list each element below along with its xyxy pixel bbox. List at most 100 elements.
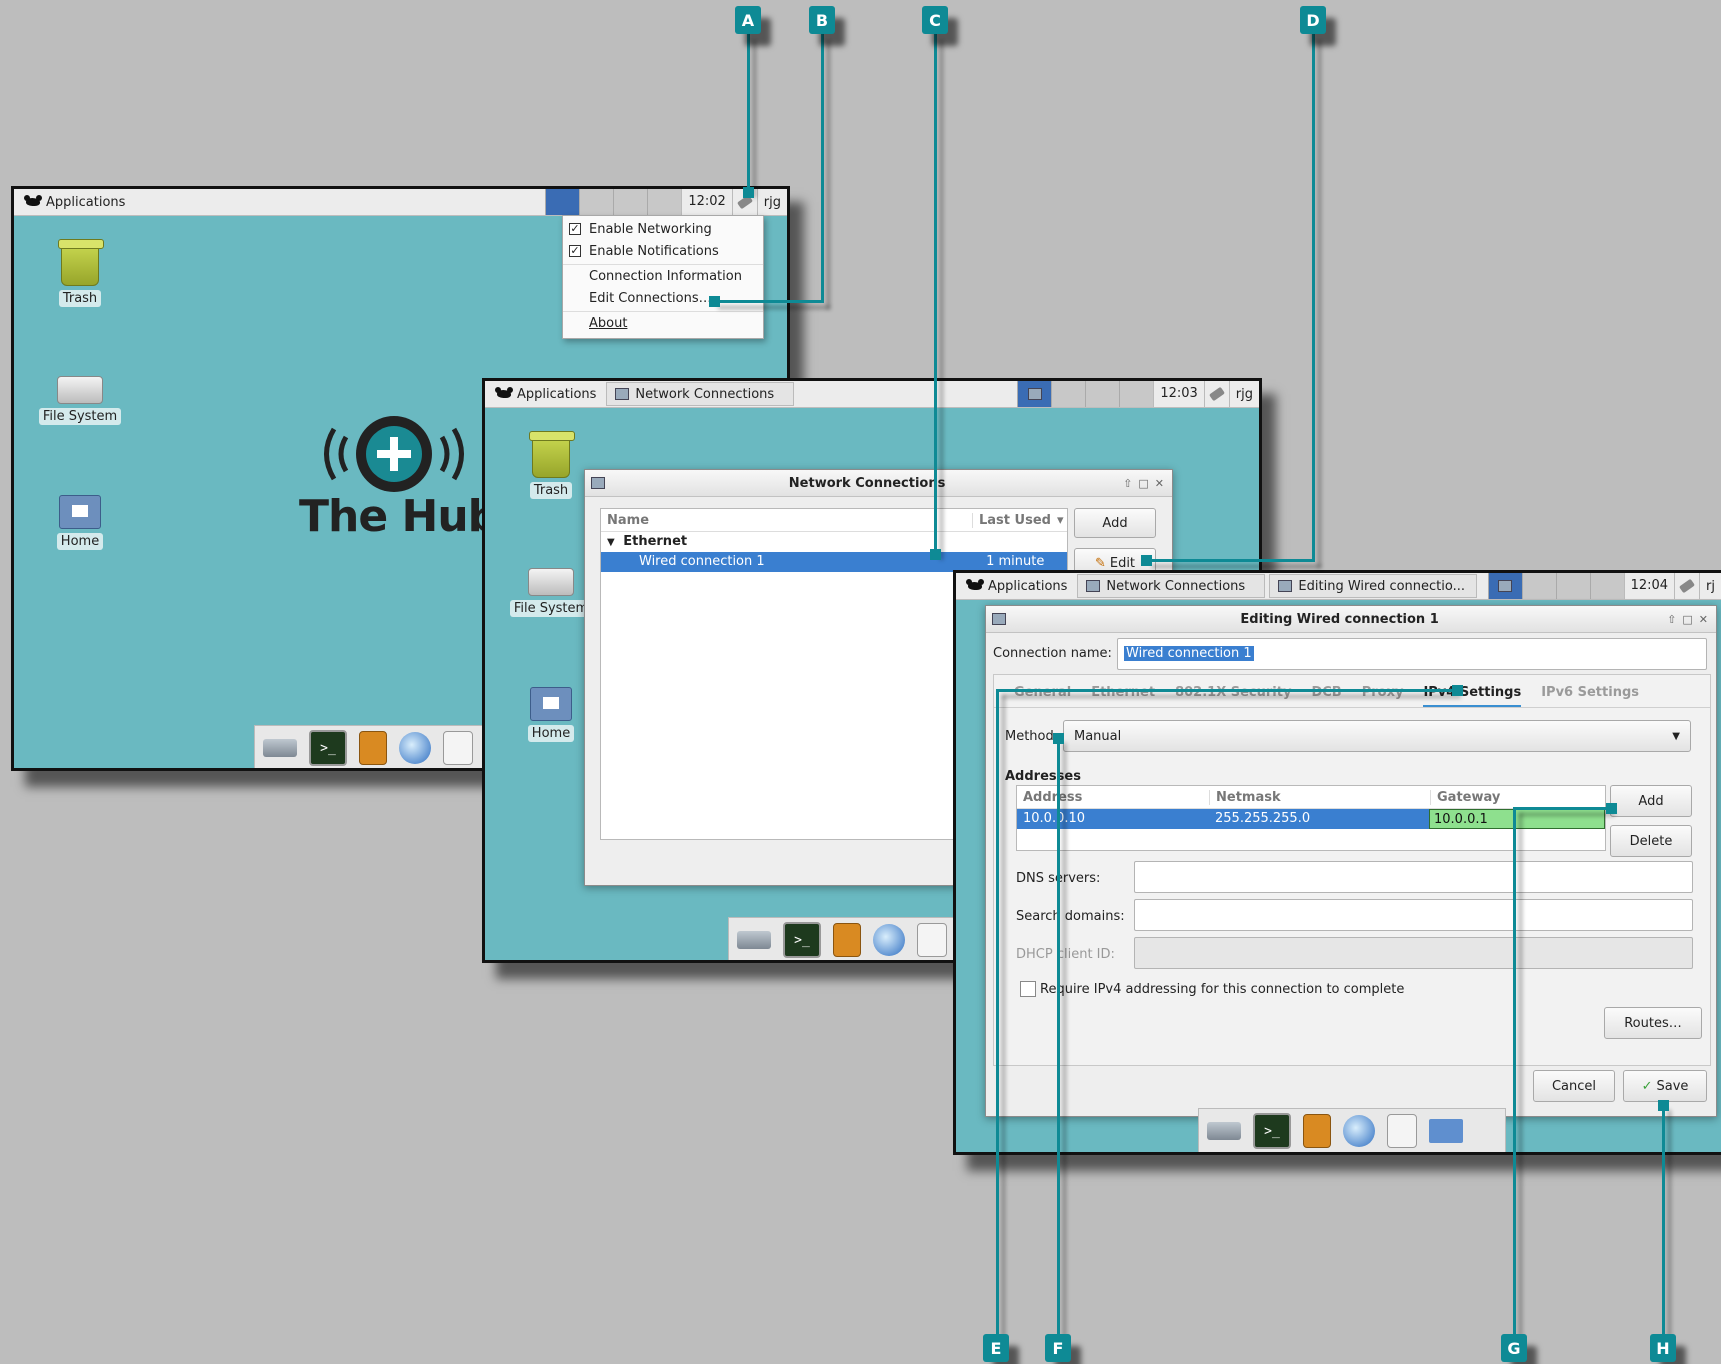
edit-pencil-icon: ✎	[1094, 555, 1106, 571]
workspace-2[interactable]	[1051, 381, 1086, 407]
task-network-connections[interactable]: Network Connections	[1077, 574, 1266, 598]
method-dropdown[interactable]: Manual ▼	[1063, 720, 1691, 752]
dock-search-icon[interactable]	[917, 923, 947, 957]
tab-ethernet[interactable]: Ethernet	[1091, 685, 1155, 700]
workspace-3[interactable]	[1085, 381, 1120, 407]
workspace-3[interactable]	[613, 189, 648, 215]
maximize-icon[interactable]: □	[1138, 477, 1148, 490]
dns-servers-field[interactable]	[1134, 861, 1693, 893]
applications-menu[interactable]: Applications	[956, 573, 1073, 599]
applications-label: Applications	[988, 578, 1068, 594]
drive-icon	[57, 376, 103, 404]
workspace-1[interactable]	[1487, 573, 1522, 599]
callout-line	[1513, 807, 1609, 810]
column-last-used[interactable]: Last Used	[972, 512, 1051, 528]
applications-menu[interactable]: Applications	[14, 189, 131, 215]
desktop-icon-file-system[interactable]: File System	[506, 556, 596, 617]
desktop-icon-home[interactable]: Home	[506, 681, 596, 742]
callout-line	[1312, 34, 1315, 562]
dock-terminal-icon[interactable]: >_	[309, 730, 347, 766]
column-netmask[interactable]: Netmask	[1209, 789, 1430, 805]
column-name[interactable]: Name	[601, 513, 972, 528]
workspace-4[interactable]	[647, 189, 682, 215]
workspace-1[interactable]	[1017, 381, 1052, 407]
dock-search-icon[interactable]	[1387, 1114, 1417, 1148]
dock-terminal-icon[interactable]: >_	[783, 922, 821, 958]
dock-file-manager-icon[interactable]	[833, 923, 861, 957]
column-gateway[interactable]: Gateway	[1430, 789, 1500, 805]
workspace-4[interactable]	[1589, 573, 1624, 599]
dock-search-icon[interactable]	[443, 731, 473, 765]
top-panel: Applications 12:02 rjg	[14, 189, 787, 216]
dock-drive-icon[interactable]	[737, 931, 771, 949]
callout-line	[1057, 737, 1060, 1339]
menu-item-edit-connections[interactable]: Edit Connections…	[563, 288, 763, 310]
add-button[interactable]: Add	[1074, 508, 1156, 538]
maximize-icon[interactable]: □	[1682, 613, 1692, 626]
applications-menu[interactable]: Applications	[485, 381, 602, 407]
dock-file-manager-icon[interactable]	[1303, 1114, 1331, 1148]
checkmark-icon: ✓	[1641, 1078, 1653, 1094]
hub-logo-text: The Hub	[299, 491, 499, 542]
up-arrow-icon[interactable]: ⇧	[1123, 477, 1132, 490]
dock-file-manager-icon[interactable]	[359, 731, 387, 765]
dialog-titlebar: Editing Wired connection 1 ⇧ □ ✕	[986, 606, 1716, 633]
column-address[interactable]: Address	[1017, 790, 1209, 805]
tab-bar: General Ethernet 802.1X Security DCB Pro…	[1014, 685, 1639, 708]
callout-b: B	[809, 6, 835, 34]
cancel-button[interactable]: Cancel	[1533, 1070, 1615, 1102]
network-applet[interactable]	[1674, 573, 1701, 599]
workspace-2[interactable]	[1521, 573, 1556, 599]
tab-ipv6-settings[interactable]: IPv6 Settings	[1541, 685, 1639, 700]
table-row[interactable]: 10.0.0.10 255.255.255.0 10.0.0.1	[1017, 809, 1605, 829]
task-editing-wired-connection[interactable]: Editing Wired connectio...	[1269, 574, 1478, 598]
close-icon[interactable]: ✕	[1699, 613, 1708, 626]
tab-dcb[interactable]: DCB	[1311, 685, 1341, 700]
workspace-2[interactable]	[579, 189, 614, 215]
menu-item-enable-networking[interactable]: ✓ Enable Networking	[563, 219, 763, 241]
menu-item-about[interactable]: About	[563, 313, 763, 335]
network-applet[interactable]	[1203, 381, 1230, 407]
routes-button[interactable]: Routes…	[1604, 1007, 1702, 1039]
connection-name-field[interactable]: Wired connection 1	[1117, 638, 1707, 670]
tab-proxy[interactable]: Proxy	[1362, 685, 1404, 700]
workspace-4[interactable]	[1119, 381, 1154, 407]
tab-8021x-security[interactable]: 802.1X Security	[1175, 685, 1291, 700]
callout-e: E	[983, 1334, 1009, 1362]
network-window-icon	[1086, 580, 1101, 592]
dock-drive-icon[interactable]	[1207, 1122, 1241, 1140]
dock-folder-icon[interactable]	[1429, 1119, 1463, 1143]
netmask-cell[interactable]: 255.255.255.0	[1209, 809, 1429, 829]
gateway-cell[interactable]: 10.0.0.1	[1429, 809, 1605, 829]
save-button[interactable]: ✓ Save	[1623, 1070, 1707, 1102]
desktop-icon-trash[interactable]: Trash	[35, 239, 125, 307]
dock-terminal-icon[interactable]: >_	[1253, 1113, 1291, 1149]
require-ipv4-checkbox[interactable]: Require IPv4 addressing for this connect…	[1020, 981, 1404, 997]
addresses-table: Address Netmask Gateway 10.0.0.10 255.25…	[1016, 785, 1606, 851]
menu-item-enable-notifications[interactable]: ✓ Enable Notifications	[563, 241, 763, 263]
search-domains-field[interactable]	[1134, 899, 1693, 931]
dock-browser-icon[interactable]	[1343, 1115, 1375, 1147]
up-arrow-icon[interactable]: ⇧	[1667, 613, 1676, 626]
desktop-icon-home[interactable]: Home	[35, 489, 125, 550]
list-item[interactable]: Wired connection 1 1 minute ago	[601, 552, 1067, 589]
callout-dot	[743, 187, 754, 198]
callout-c: C	[922, 6, 948, 34]
desktop-icon-file-system[interactable]: File System	[35, 364, 125, 425]
menu-item-connection-information[interactable]: Connection Information	[563, 266, 763, 288]
delete-address-button[interactable]: Delete	[1610, 825, 1692, 857]
task-network-connections[interactable]: Network Connections	[606, 382, 795, 406]
desktop-icon-trash[interactable]: Trash	[506, 431, 596, 499]
workspace-1[interactable]	[545, 189, 580, 215]
add-address-button[interactable]: Add	[1610, 785, 1692, 817]
dock-drive-icon[interactable]	[263, 739, 297, 757]
dock-browser-icon[interactable]	[873, 924, 905, 956]
group-ethernet[interactable]: ▼ Ethernet	[601, 532, 1067, 552]
workspace-3[interactable]	[1555, 573, 1590, 599]
close-icon[interactable]: ✕	[1155, 477, 1164, 490]
tab-general[interactable]: General	[1014, 685, 1071, 700]
dock-browser-icon[interactable]	[399, 732, 431, 764]
desktop-icon-label: Home	[56, 533, 104, 550]
desktop-icon-label: File System	[38, 408, 122, 425]
address-cell[interactable]: 10.0.0.10	[1017, 809, 1209, 829]
